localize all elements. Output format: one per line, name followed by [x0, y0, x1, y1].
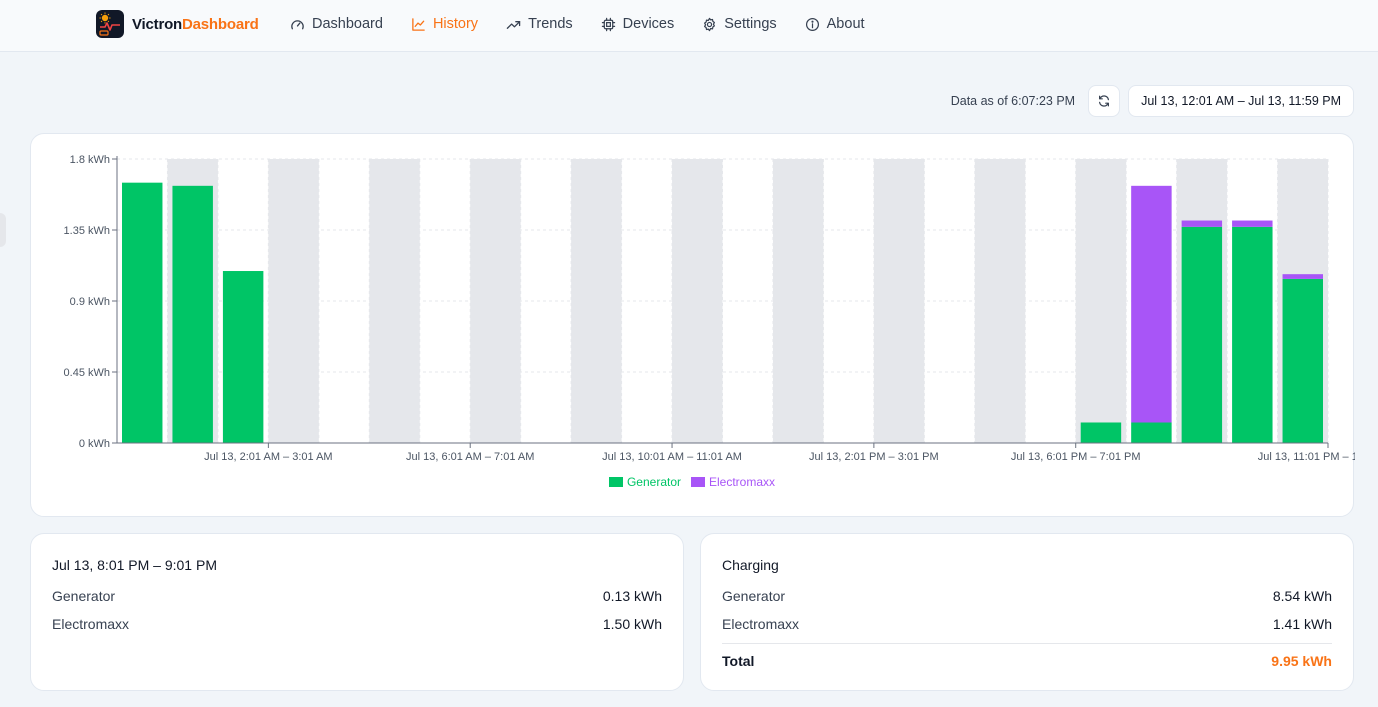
legend-label: Generator	[626, 475, 681, 489]
nav-item-about[interactable]: About	[805, 16, 865, 32]
refresh-button[interactable]	[1088, 85, 1121, 117]
total-label: Total	[722, 653, 755, 669]
generator-bar	[1131, 422, 1172, 443]
data-timestamp: Data as of 6:07:23 PM	[950, 94, 1076, 108]
electromaxx-bar	[1181, 220, 1223, 227]
row-value: 1.50 kWh	[602, 616, 662, 632]
date-range-picker[interactable]: Jul 13, 12:01 AM – Jul 13, 11:59 PM	[1128, 85, 1354, 117]
chart-band	[571, 159, 622, 443]
refresh-icon	[1099, 95, 1110, 107]
selected-period-card: Jul 13, 8:01 PM – 9:01 PM Generator 0.13…	[30, 533, 684, 691]
top-navigation-bar: VictronDashboard Dashboard History Trend…	[0, 0, 1378, 52]
energy-history-chart: 0 kWh 0.45 kWh 0.9 kWh 1.35 kWh 1.8 kWh Jul 1…	[64, 154, 1355, 463]
brand-name: VictronDashboard	[132, 16, 259, 33]
legend-label: Electromaxx	[709, 475, 776, 489]
nav-item-trends[interactable]: Trends	[506, 16, 573, 32]
y-tick-label: 0 kWh	[79, 438, 110, 450]
nav-item-label: Trends	[528, 16, 573, 32]
chart-line-icon	[412, 17, 425, 31]
charging-summary-card: Charging Generator 8.54 kWh Electromaxx …	[700, 533, 1354, 691]
history-chart-card: 0 kWh 0.45 kWh 0.9 kWh 1.35 kWh 1.8 kWh Jul 1…	[30, 133, 1355, 517]
charging-title: Charging	[722, 557, 779, 573]
selected-row-electromaxx: Electromaxx 1.50 kWh	[52, 614, 662, 634]
brand-name-part2: Dashboard	[182, 15, 259, 33]
divider	[722, 643, 1332, 644]
x-tick-label: Jul 13, 10:01 AM – 11:01 AM	[602, 451, 742, 463]
nav-item-label: Dashboard	[312, 16, 383, 32]
nav-item-label: About	[826, 16, 865, 32]
generator-swatch	[608, 477, 623, 487]
generator-bar	[172, 185, 213, 444]
nav-item-label: Devices	[622, 16, 675, 32]
generator-bar	[222, 271, 264, 443]
selected-period-title: Jul 13, 8:01 PM – 9:01 PM	[52, 557, 217, 573]
history-toolbar: Data as of 6:07:23 PM Jul 13, 12:01 AM –…	[951, 85, 1354, 117]
electromaxx-bar	[1232, 220, 1273, 227]
nav-item-label: History	[432, 16, 479, 32]
x-tick-label: Jul 13, 2:01 AM – 3:01 AM	[204, 451, 332, 463]
nav-item-devices[interactable]: Devices	[601, 16, 675, 32]
row-label: Generator	[722, 588, 786, 604]
x-tick-label: Jul 13, 6:01 PM – 7:01 PM	[1011, 451, 1141, 463]
generator-bar	[122, 182, 163, 443]
generator-bar	[1232, 226, 1273, 443]
nav-item-label: Settings	[724, 16, 777, 32]
row-label: Electromaxx	[722, 616, 800, 632]
electromaxx-bar	[1282, 274, 1323, 279]
legend-item-electromaxx[interactable]: Electromaxx	[691, 475, 775, 489]
row-label: Generator	[52, 588, 116, 604]
y-tick-label: 0.9 kWh	[70, 296, 110, 308]
sidebar-toggle[interactable]	[0, 213, 6, 247]
row-value: 0.13 kWh	[602, 588, 662, 604]
trending-up-icon	[506, 20, 521, 29]
x-tick-label: Jul 13, 11:01 PM – 12:01 AM	[1258, 451, 1355, 463]
nav-item-dashboard[interactable]: Dashboard	[290, 16, 383, 32]
nav-item-settings[interactable]: Settings	[702, 16, 777, 32]
brand[interactable]: VictronDashboard	[96, 10, 259, 38]
brand-name-part1: Victron	[132, 15, 183, 33]
y-tick-label: 0.45 kWh	[64, 367, 110, 379]
generator-bar	[1181, 226, 1223, 443]
row-value: 1.41 kWh	[1272, 616, 1332, 632]
gauge-icon	[291, 19, 304, 29]
gear-icon	[704, 17, 716, 31]
chart-legend: Generator Electromaxx	[31, 475, 1353, 489]
victron-logo-icon	[96, 10, 124, 38]
generator-bar	[1282, 278, 1323, 443]
row-value: 8.54 kWh	[1272, 588, 1332, 604]
chart-band	[672, 159, 723, 443]
row-label: Electromaxx	[52, 616, 130, 632]
selected-row-generator: Generator 0.13 kWh	[52, 586, 662, 606]
y-tick-label: 1.35 kWh	[64, 225, 110, 237]
y-tick-label: 1.8 kWh	[70, 154, 110, 166]
x-tick-label: Jul 13, 2:01 PM – 3:01 PM	[809, 451, 939, 463]
electromaxx-bar	[1131, 185, 1172, 423]
generator-bar	[1080, 422, 1122, 443]
info-icon	[805, 17, 819, 31]
chip-icon	[601, 17, 615, 31]
total-value: 9.95 kWh	[1271, 653, 1332, 669]
charging-row-generator: Generator 8.54 kWh	[722, 586, 1332, 606]
charging-row-total: Total 9.95 kWh	[722, 651, 1332, 671]
electromaxx-swatch	[691, 477, 705, 487]
x-tick-label: Jul 13, 6:01 AM – 7:01 AM	[406, 451, 534, 463]
main-nav: Dashboard History Trends Devices Setting…	[290, 0, 893, 48]
charging-row-electromaxx: Electromaxx 1.41 kWh	[722, 614, 1332, 634]
nav-item-history[interactable]: History	[411, 16, 478, 32]
legend-item-generator[interactable]: Generator	[608, 475, 681, 489]
